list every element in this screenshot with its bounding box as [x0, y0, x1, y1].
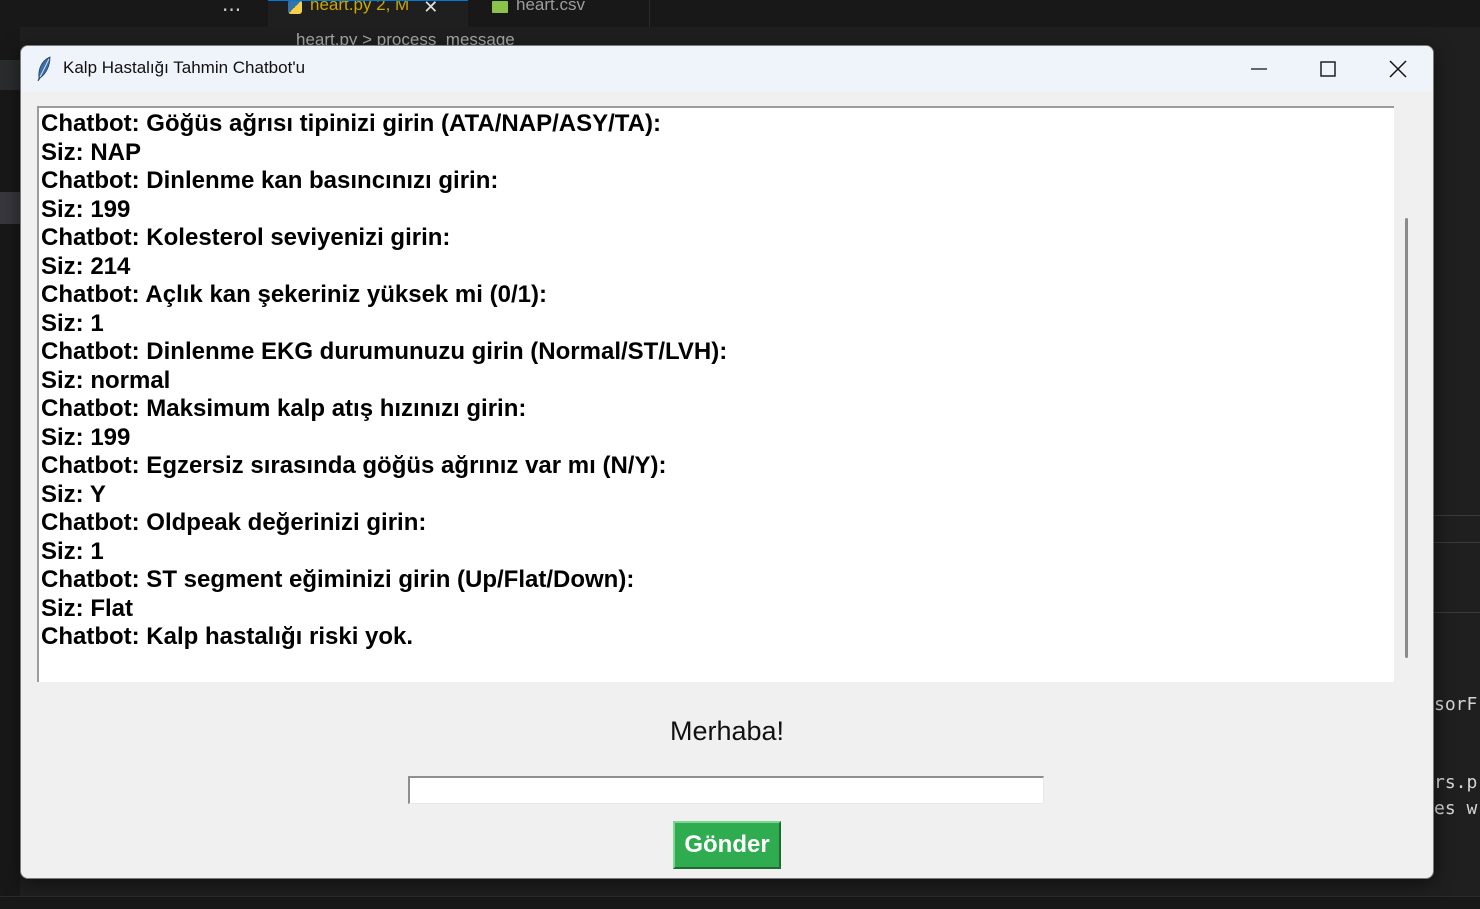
code-fragment: sorF	[1434, 694, 1478, 715]
minimize-icon	[1251, 68, 1267, 70]
chat-line: Chatbot: Kolesterol seviyenizi girin:	[41, 224, 451, 251]
send-button[interactable]: Gönder	[673, 821, 781, 869]
chat-line: Siz: 199	[41, 423, 131, 451]
message-input[interactable]	[408, 776, 1044, 804]
chat-line: Siz: 1	[41, 537, 104, 565]
chat-line: Siz: Y	[41, 480, 106, 508]
activity-bar	[0, 0, 20, 909]
close-tab-icon[interactable]: ✕	[423, 1, 438, 18]
chat-line: Siz: 199	[41, 195, 131, 223]
chat-line: Chatbot: Dinlenme kan basıncınızı girin:	[41, 167, 499, 194]
maximize-icon	[1320, 61, 1336, 77]
activity-item[interactable]	[0, 60, 20, 90]
tab-heart-csv[interactable]: heart.csv	[470, 0, 650, 27]
divider	[1434, 515, 1480, 516]
maximize-button[interactable]	[1293, 46, 1363, 92]
tab-heart-py[interactable]: heart.py 2, M ✕	[268, 0, 468, 27]
chat-line: Chatbot: Egzersiz sırasında göğüs ağrını…	[41, 452, 667, 479]
close-button[interactable]	[1363, 46, 1433, 92]
chat-line: Chatbot: Göğüs ağrısı tipinizi girin (AT…	[41, 110, 661, 137]
chat-line: Siz: normal	[41, 366, 171, 394]
activity-item[interactable]	[0, 192, 20, 224]
status-bar	[0, 896, 1480, 909]
chat-line: Siz: Flat	[41, 594, 134, 622]
csv-file-icon	[492, 0, 508, 13]
chat-line: Chatbot: Dinlenme EKG durumunuzu girin (…	[41, 338, 728, 365]
chat-line: Siz: 214	[41, 252, 131, 280]
chatbot-window: Kalp Hastalığı Tahmin Chatbot'u Chatbot:…	[20, 45, 1434, 879]
python-file-icon	[288, 1, 302, 14]
chat-line: Chatbot: Kalp hastalığı riski yok.	[41, 623, 414, 650]
code-fragment: es w	[1434, 798, 1478, 819]
more-actions-icon[interactable]: ...	[222, 0, 241, 16]
tab-label: heart.py 2, M	[310, 0, 410, 14]
code-fragment: rs.p	[1434, 772, 1478, 793]
chat-history[interactable]: Chatbot: Göğüs ağrısı tipinizi girin (AT…	[37, 106, 1394, 682]
chat-lines: Chatbot: Göğüs ağrısı tipinizi girin (AT…	[39, 108, 1394, 652]
greeting-label: Merhaba!	[669, 716, 785, 746]
chat-line: Chatbot: Oldpeak değerinizi girin:	[41, 509, 427, 536]
divider	[1434, 542, 1480, 543]
editor-tab-bar: ... heart.py 2, M ✕ heart.csv	[0, 0, 1480, 27]
window-title: Kalp Hastalığı Tahmin Chatbot'u	[63, 58, 306, 77]
chat-line: Siz: 1	[41, 309, 104, 337]
title-bar[interactable]: Kalp Hastalığı Tahmin Chatbot'u	[21, 46, 1433, 92]
chat-line: Chatbot: Maksimum kalp atış hızınızı gir…	[41, 395, 527, 422]
feather-icon	[37, 56, 51, 82]
chat-line: Chatbot: Açlık kan şekeriniz yüksek mi (…	[41, 281, 547, 308]
divider	[1434, 612, 1480, 613]
chat-line: Siz: NAP	[41, 138, 142, 166]
chat-line: Chatbot: ST segment eğiminizi girin (Up/…	[41, 566, 635, 593]
scrollbar[interactable]	[1405, 218, 1408, 658]
close-icon	[1389, 60, 1407, 78]
minimize-button[interactable]	[1224, 46, 1294, 92]
tab-label: heart.csv	[516, 0, 585, 14]
